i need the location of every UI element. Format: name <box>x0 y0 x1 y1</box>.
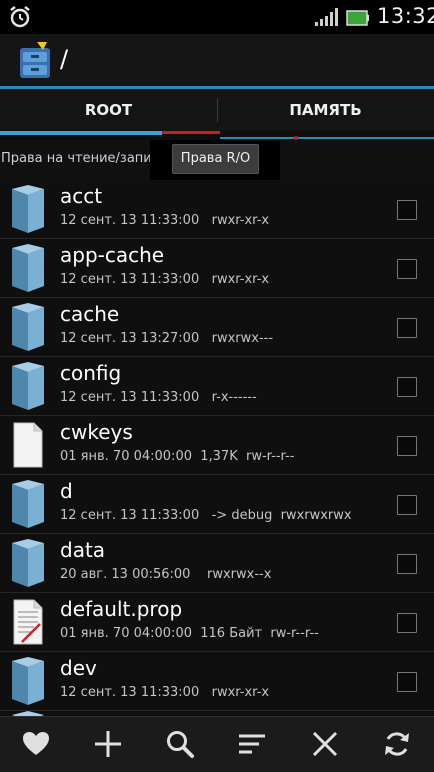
file-meta: 12 сент. 13 11:33:00 r-x------ <box>60 390 257 405</box>
folder-icon <box>12 303 44 351</box>
clock-time: 13:32 <box>377 4 434 28</box>
list-item[interactable]: app-cache 12 сент. 13 11:33:00 rwxr-xr-x <box>0 239 434 298</box>
heart-icon[interactable] <box>21 729 51 759</box>
file-meta: 12 сент. 13 11:33:00 rwxr-xr-x <box>60 685 270 700</box>
sort-icon[interactable] <box>237 729 267 759</box>
battery-icon <box>346 10 369 26</box>
status-bar: 13:32 <box>0 0 434 34</box>
select-checkbox[interactable] <box>397 318 417 338</box>
file-meta: 12 сент. 13 13:27:00 rwxrwx--- <box>60 331 274 346</box>
select-checkbox[interactable] <box>397 672 417 692</box>
file-name: cwkeys <box>60 420 133 444</box>
file-name: app-cache <box>60 243 165 267</box>
folder-icon <box>12 657 44 705</box>
active-tab-indicator <box>0 131 162 135</box>
select-checkbox[interactable] <box>397 200 417 220</box>
select-checkbox[interactable] <box>397 495 417 515</box>
file-meta: 12 сент. 13 11:33:00 -> debug rwxrwxrwx <box>60 508 352 523</box>
file-meta: 12 сент. 13 11:33:00 rwxr-xr-x <box>60 213 270 228</box>
text-file-icon <box>13 599 43 645</box>
select-checkbox[interactable] <box>397 436 417 456</box>
mount-ro-button[interactable]: Права R/O <box>172 144 259 174</box>
tab-bar: ROOT ПАМЯТЬ <box>0 89 434 131</box>
folder-icon <box>12 539 44 587</box>
tab-root[interactable]: ROOT <box>0 89 217 131</box>
action-bar: / <box>0 34 434 86</box>
select-checkbox[interactable] <box>397 554 417 574</box>
tab-memory[interactable]: ПАМЯТЬ <box>217 89 434 131</box>
file-name: data <box>60 538 106 562</box>
file-meta: 01 янв. 70 04:00:00 116 Байт rw-r--r-- <box>60 626 319 641</box>
folder-icon <box>12 362 44 410</box>
file-name: d <box>60 479 73 503</box>
current-path: / <box>60 45 69 73</box>
list-item[interactable]: dev 12 сент. 13 11:33:00 rwxr-xr-x <box>0 652 434 711</box>
plus-icon[interactable] <box>93 729 123 759</box>
list-item[interactable]: data 20 авг. 13 00:56:00 rwxrwx--x <box>0 534 434 593</box>
file-name: acct <box>60 184 103 208</box>
close-icon[interactable] <box>310 729 340 759</box>
root-explorer-logo-icon[interactable] <box>17 40 53 80</box>
select-checkbox[interactable] <box>397 259 417 279</box>
signal-icon <box>315 8 338 26</box>
file-name: config <box>60 361 122 385</box>
file-name: cache <box>60 302 120 326</box>
select-checkbox[interactable] <box>397 613 417 633</box>
file-name: dev <box>60 656 97 680</box>
file-meta: 20 авг. 13 00:56:00 rwxrwx--x <box>60 567 272 582</box>
folder-icon <box>12 480 44 528</box>
bottom-toolbar <box>0 716 434 772</box>
tab-marker <box>162 131 220 134</box>
list-item[interactable]: acct 12 сент. 13 11:33:00 rwxr-xr-x <box>0 180 434 239</box>
file-name: default.prop <box>60 597 183 621</box>
folder-icon <box>12 185 44 233</box>
search-icon[interactable] <box>165 729 195 759</box>
permission-label: Права на чтение/запись <box>1 151 167 166</box>
folder-icon <box>12 244 44 292</box>
refresh-icon[interactable] <box>382 729 412 759</box>
list-item[interactable]: cache 12 сент. 13 13:27:00 rwxrwx--- <box>0 298 434 357</box>
file-list: acct 12 сент. 13 11:33:00 rwxr-xr-x app-… <box>0 180 434 711</box>
file-icon <box>13 422 43 468</box>
select-checkbox[interactable] <box>397 377 417 397</box>
file-meta: 01 янв. 70 04:00:00 1,37K rw-r--r-- <box>60 449 295 464</box>
list-item[interactable]: cwkeys 01 янв. 70 04:00:00 1,37K rw-r--r… <box>0 416 434 475</box>
alarm-clock-icon <box>10 6 30 28</box>
tab-divider-line <box>220 137 434 139</box>
list-item[interactable]: d 12 сент. 13 11:33:00 -> debug rwxrwxrw… <box>0 475 434 534</box>
file-meta: 12 сент. 13 11:33:00 rwxr-xr-x <box>60 272 270 287</box>
list-item[interactable]: default.prop 01 янв. 70 04:00:00 116 Бай… <box>0 593 434 652</box>
list-item[interactable]: config 12 сент. 13 11:33:00 r-x------ <box>0 357 434 416</box>
